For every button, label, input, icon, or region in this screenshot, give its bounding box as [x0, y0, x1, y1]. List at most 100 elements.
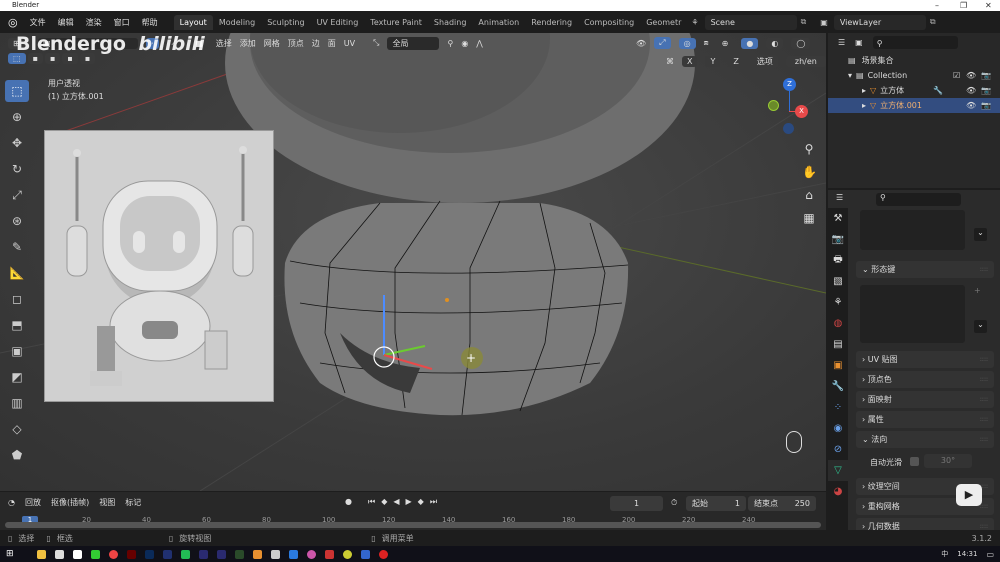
- media-encoder-icon[interactable]: [216, 549, 226, 559]
- viewport-menu-vertex[interactable]: 顶点: [288, 38, 304, 49]
- panel-normals[interactable]: ⌄ 法向::::: [856, 431, 994, 448]
- taskbar-app-icon[interactable]: [288, 549, 298, 559]
- cursor-tool[interactable]: ⊕: [5, 106, 29, 128]
- material-tab-icon[interactable]: ◕: [828, 481, 848, 502]
- visibility-eye-icon[interactable]: 👁: [966, 68, 976, 83]
- reference-image[interactable]: [44, 130, 274, 402]
- menu-file[interactable]: 文件: [30, 17, 46, 28]
- viewport-menu-face[interactable]: 面: [328, 38, 336, 49]
- prev-keyframe-button[interactable]: ◆: [381, 497, 387, 507]
- shape-keys-list[interactable]: [860, 285, 965, 343]
- panel-uv-maps[interactable]: › UV 贴图::::: [856, 351, 994, 368]
- record-button[interactable]: ●: [345, 497, 352, 507]
- add-cube-tool[interactable]: ◻: [5, 288, 29, 310]
- 3d-viewport[interactable]: + ⊞ ▣ ⋅ ⟋ ■ 选择 添加 网格 顶点 边 面 UV ⤡ 全局 ⚲ ◉ …: [0, 33, 826, 491]
- render-camera-icon[interactable]: 📷: [981, 68, 991, 83]
- xray-icon[interactable]: ⧈: [704, 38, 709, 48]
- jump-end-button[interactable]: ⏭: [430, 497, 437, 507]
- data-tab-icon[interactable]: ▽: [828, 460, 848, 481]
- inset-tool[interactable]: ▣: [5, 340, 29, 362]
- taskbar-app-icon[interactable]: [270, 549, 280, 559]
- mirror-y-button[interactable]: Y: [705, 55, 721, 67]
- visibility-eye-icon[interactable]: 👁: [966, 83, 976, 98]
- gizmo-toggle-button[interactable]: ⤢: [654, 37, 671, 49]
- tab-shading[interactable]: Shading: [428, 15, 473, 30]
- mirror-z-button[interactable]: Z: [728, 55, 744, 67]
- expand-arrow-icon[interactable]: ▸: [862, 98, 866, 113]
- bevel-tool[interactable]: ◩: [5, 366, 29, 388]
- maximize-button[interactable]: ❐: [960, 0, 967, 11]
- add-shape-key-button[interactable]: +: [974, 286, 981, 295]
- keying-menu[interactable]: 抠像(插帧): [51, 497, 89, 508]
- solid-shading-button[interactable]: ●: [741, 37, 759, 49]
- viewport-menu-edge[interactable]: 边: [312, 38, 320, 49]
- illustrator-icon[interactable]: [126, 549, 136, 559]
- close-button[interactable]: ✕: [985, 0, 992, 11]
- menu-window[interactable]: 窗口: [114, 17, 130, 28]
- tool-tab-icon[interactable]: ⚒: [828, 208, 848, 229]
- visibility-eye-icon[interactable]: 👁: [966, 98, 976, 113]
- object-tab-icon[interactable]: ▣: [828, 355, 848, 376]
- next-keyframe-button[interactable]: ◆: [418, 497, 424, 507]
- taskbar-app-icon[interactable]: [324, 549, 334, 559]
- gizmo-neg-z-axis[interactable]: [783, 123, 794, 134]
- gizmo-y-axis[interactable]: [768, 100, 779, 111]
- list-menu-button[interactable]: ⌄: [974, 228, 987, 241]
- start-frame-field[interactable]: 起始 1: [686, 496, 746, 511]
- viewport-menu-add[interactable]: 添加: [240, 38, 256, 49]
- render-tab-icon[interactable]: 📷: [828, 229, 848, 250]
- new-scene-icon[interactable]: ⧉: [801, 17, 807, 27]
- modifier-wrench-icon[interactable]: 🔧: [933, 83, 943, 98]
- scene-icon[interactable]: ⚘: [691, 18, 698, 27]
- menu-render[interactable]: 渲染: [86, 17, 102, 28]
- taskbar-app-icon[interactable]: [36, 549, 46, 559]
- exclude-checkbox[interactable]: ☑: [953, 68, 960, 83]
- overlay-toggle-button[interactable]: ◎: [678, 37, 696, 49]
- modifier-tab-icon[interactable]: 🔧: [828, 376, 848, 397]
- vertex-groups-list[interactable]: [860, 210, 965, 250]
- outliner-scene-collection[interactable]: ▤ 场景集合: [828, 53, 1000, 68]
- loop-cut-tool[interactable]: ▥: [5, 392, 29, 414]
- taskbar-app-icon[interactable]: [342, 549, 352, 559]
- blender-taskbar-icon[interactable]: [252, 549, 262, 559]
- current-frame-field[interactable]: 1: [610, 496, 663, 511]
- end-frame-field[interactable]: 结束点 250: [748, 496, 816, 511]
- constraints-tab-icon[interactable]: ⊘: [828, 439, 848, 460]
- visibility-icon[interactable]: 👁: [636, 39, 646, 48]
- tab-sculpting[interactable]: Sculpting: [261, 15, 310, 30]
- taskbar-app-icon[interactable]: [90, 549, 100, 559]
- expand-arrow-icon[interactable]: ▸: [862, 83, 866, 98]
- panel-vertex-colors[interactable]: › 顶点色::::: [856, 371, 994, 388]
- properties-search-input[interactable]: ⚲: [876, 193, 961, 206]
- panel-attributes[interactable]: › 属性::::: [856, 411, 994, 428]
- menu-edit[interactable]: 编辑: [58, 17, 74, 28]
- transform-orientation-dropdown[interactable]: 全局: [387, 36, 440, 50]
- wechat-icon[interactable]: [180, 549, 190, 559]
- world-tab-icon[interactable]: ◍: [828, 313, 848, 334]
- scale-tool[interactable]: ⤢: [5, 184, 29, 206]
- poly-build-tool[interactable]: ⬟: [5, 444, 29, 466]
- menu-help[interactable]: 帮助: [142, 17, 158, 28]
- view-menu[interactable]: 视图: [99, 497, 115, 508]
- properties-editor-type-icon[interactable]: ☰: [836, 193, 843, 202]
- outliner-collection[interactable]: ▾ ▤ Collection ☑ 👁 📷: [828, 68, 1000, 83]
- view-layer-icon[interactable]: ▣: [820, 18, 828, 27]
- knife-tool[interactable]: ◇: [5, 418, 29, 440]
- wireframe-shading-button[interactable]: ⊕: [716, 37, 734, 49]
- playback-menu[interactable]: 回放: [25, 497, 41, 508]
- shape-key-menu-button[interactable]: ⌄: [974, 320, 987, 333]
- tab-animation[interactable]: Animation: [472, 15, 525, 30]
- view-layer-selector[interactable]: ViewLayer: [833, 14, 926, 30]
- viewport-menu-select[interactable]: 选择: [216, 38, 232, 49]
- transform-tool[interactable]: ⊛: [5, 210, 29, 232]
- snap-icon[interactable]: ⚲: [447, 39, 453, 48]
- premiere-icon[interactable]: [162, 549, 172, 559]
- tab-compositing[interactable]: Compositing: [578, 15, 640, 30]
- auto-smooth-checkbox[interactable]: [910, 457, 919, 466]
- rotate-tool[interactable]: ↻: [5, 158, 29, 180]
- auto-smooth-angle-field[interactable]: 30°: [924, 454, 972, 468]
- tab-modeling[interactable]: Modeling: [213, 15, 261, 30]
- render-camera-icon[interactable]: 📷: [981, 98, 991, 113]
- new-view-layer-icon[interactable]: ⧉: [930, 17, 936, 27]
- minimize-button[interactable]: –: [935, 0, 939, 11]
